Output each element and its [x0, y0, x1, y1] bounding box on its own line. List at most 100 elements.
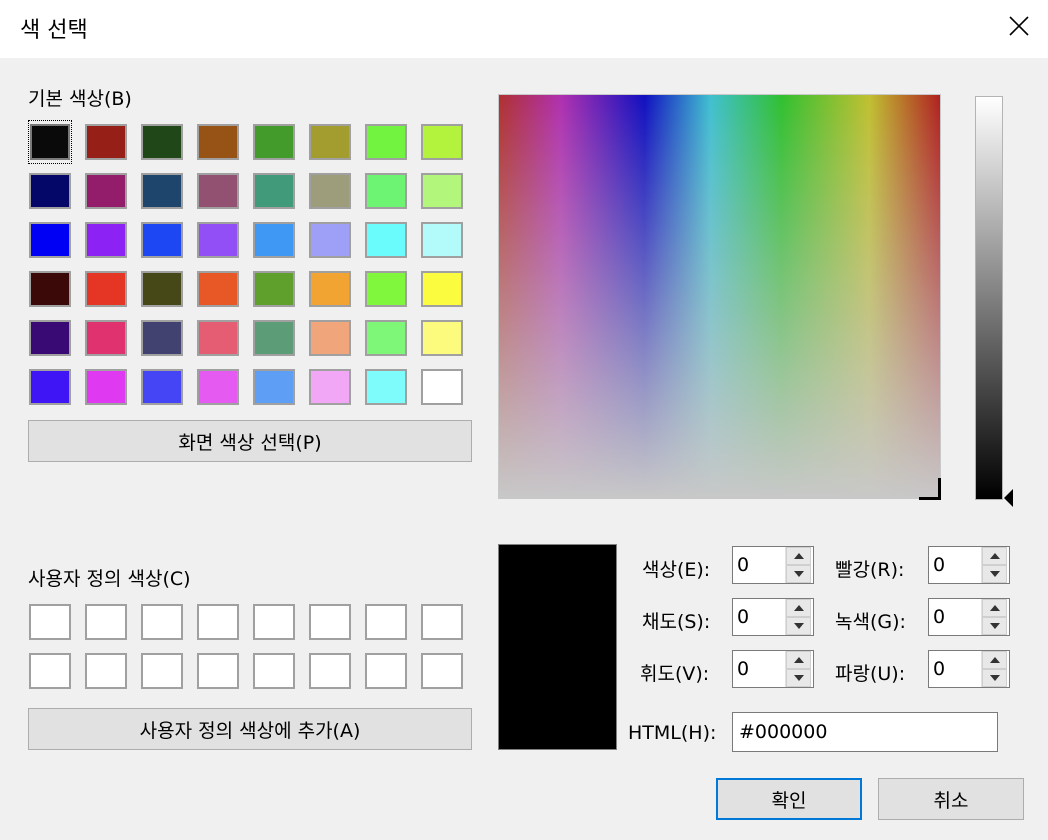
basic-color-swatch[interactable]: [364, 120, 408, 164]
basic-color-swatch[interactable]: [28, 267, 72, 311]
saturation-input[interactable]: [733, 599, 785, 635]
basic-color-swatch[interactable]: [28, 316, 72, 360]
blue-input[interactable]: [929, 651, 981, 687]
basic-color-swatch[interactable]: [308, 169, 352, 213]
swatch-fill: [365, 369, 407, 405]
basic-color-swatch[interactable]: [84, 316, 128, 360]
basic-color-swatch[interactable]: [196, 267, 240, 311]
basic-color-swatch[interactable]: [308, 316, 352, 360]
basic-color-swatch[interactable]: [308, 120, 352, 164]
basic-color-swatch[interactable]: [84, 218, 128, 262]
basic-color-swatch[interactable]: [28, 169, 72, 213]
hue-up-arrow[interactable]: [786, 547, 811, 565]
basic-color-swatch[interactable]: [28, 365, 72, 409]
basic-color-swatch[interactable]: [308, 218, 352, 262]
basic-color-swatch[interactable]: [308, 267, 352, 311]
basic-color-swatch[interactable]: [84, 365, 128, 409]
basic-color-swatch[interactable]: [252, 365, 296, 409]
ok-button[interactable]: 확인: [716, 778, 862, 820]
luminance-down-arrow[interactable]: [786, 669, 811, 687]
custom-color-swatch[interactable]: [364, 600, 408, 644]
basic-color-swatch[interactable]: [196, 218, 240, 262]
custom-color-swatch[interactable]: [252, 600, 296, 644]
basic-color-swatch[interactable]: [308, 365, 352, 409]
basic-color-swatch[interactable]: [28, 120, 72, 164]
basic-color-swatch[interactable]: [196, 365, 240, 409]
custom-color-swatch[interactable]: [308, 649, 352, 693]
cancel-button[interactable]: 취소: [878, 778, 1024, 820]
red-spinbox[interactable]: [928, 546, 1010, 584]
basic-color-swatch[interactable]: [28, 218, 72, 262]
basic-color-swatch[interactable]: [84, 169, 128, 213]
basic-color-swatch[interactable]: [140, 316, 184, 360]
custom-color-swatch[interactable]: [84, 649, 128, 693]
custom-color-swatch[interactable]: [84, 600, 128, 644]
green-spinbox[interactable]: [928, 598, 1010, 636]
hue-spinbox[interactable]: [732, 546, 814, 584]
custom-color-swatch[interactable]: [420, 600, 464, 644]
basic-color-swatch[interactable]: [140, 365, 184, 409]
html-hex-input[interactable]: [732, 712, 998, 752]
basic-color-swatch[interactable]: [196, 120, 240, 164]
basic-color-swatch[interactable]: [364, 218, 408, 262]
basic-color-swatch[interactable]: [420, 365, 464, 409]
blue-spinbox[interactable]: [928, 650, 1010, 688]
basic-color-swatch[interactable]: [364, 316, 408, 360]
custom-color-swatch[interactable]: [196, 600, 240, 644]
basic-color-swatch[interactable]: [420, 120, 464, 164]
basic-color-swatch[interactable]: [364, 267, 408, 311]
basic-color-swatch[interactable]: [420, 218, 464, 262]
basic-color-swatch[interactable]: [140, 120, 184, 164]
custom-color-swatch[interactable]: [140, 649, 184, 693]
custom-color-swatch[interactable]: [28, 649, 72, 693]
basic-color-swatch[interactable]: [140, 218, 184, 262]
basic-color-swatch[interactable]: [420, 169, 464, 213]
basic-color-swatch[interactable]: [364, 169, 408, 213]
custom-color-swatch[interactable]: [28, 600, 72, 644]
close-button[interactable]: [990, 0, 1048, 52]
green-input[interactable]: [929, 599, 981, 635]
luminance-input[interactable]: [733, 651, 785, 687]
green-down-arrow[interactable]: [982, 617, 1007, 635]
luminance-slider-arrow[interactable]: [1004, 489, 1013, 507]
luminance-spinbox[interactable]: [732, 650, 814, 688]
basic-color-swatch[interactable]: [420, 316, 464, 360]
custom-color-swatch[interactable]: [308, 600, 352, 644]
basic-color-swatch[interactable]: [196, 316, 240, 360]
add-custom-color-button[interactable]: 사용자 정의 색상에 추가(A): [28, 708, 472, 750]
red-down-arrow[interactable]: [982, 565, 1007, 583]
custom-color-swatch[interactable]: [140, 600, 184, 644]
custom-color-swatch[interactable]: [420, 649, 464, 693]
blue-up-arrow[interactable]: [982, 651, 1007, 669]
saturation-down-arrow[interactable]: [786, 617, 811, 635]
hue-input[interactable]: [733, 547, 785, 583]
custom-color-swatch[interactable]: [252, 649, 296, 693]
swatch-fill: [141, 320, 183, 356]
window-title: 색 선택: [20, 18, 88, 43]
color-spectrum[interactable]: [498, 94, 941, 499]
custom-color-swatch[interactable]: [196, 649, 240, 693]
luminance-slider[interactable]: [975, 96, 1003, 500]
basic-color-swatch[interactable]: [252, 316, 296, 360]
basic-color-swatch[interactable]: [420, 267, 464, 311]
blue-down-arrow[interactable]: [982, 669, 1007, 687]
basic-color-swatch[interactable]: [364, 365, 408, 409]
pick-screen-color-button[interactable]: 화면 색상 선택(P): [28, 420, 472, 462]
luminance-up-arrow[interactable]: [786, 651, 811, 669]
basic-color-swatch[interactable]: [252, 267, 296, 311]
basic-color-swatch[interactable]: [252, 120, 296, 164]
custom-color-swatch[interactable]: [364, 649, 408, 693]
basic-color-swatch[interactable]: [84, 120, 128, 164]
green-up-arrow[interactable]: [982, 599, 1007, 617]
basic-color-swatch[interactable]: [252, 169, 296, 213]
basic-color-swatch[interactable]: [140, 267, 184, 311]
basic-color-swatch[interactable]: [140, 169, 184, 213]
red-up-arrow[interactable]: [982, 547, 1007, 565]
saturation-spinbox[interactable]: [732, 598, 814, 636]
basic-color-swatch[interactable]: [252, 218, 296, 262]
red-input[interactable]: [929, 547, 981, 583]
basic-color-swatch[interactable]: [196, 169, 240, 213]
hue-down-arrow[interactable]: [786, 565, 811, 583]
basic-color-swatch[interactable]: [84, 267, 128, 311]
saturation-up-arrow[interactable]: [786, 599, 811, 617]
